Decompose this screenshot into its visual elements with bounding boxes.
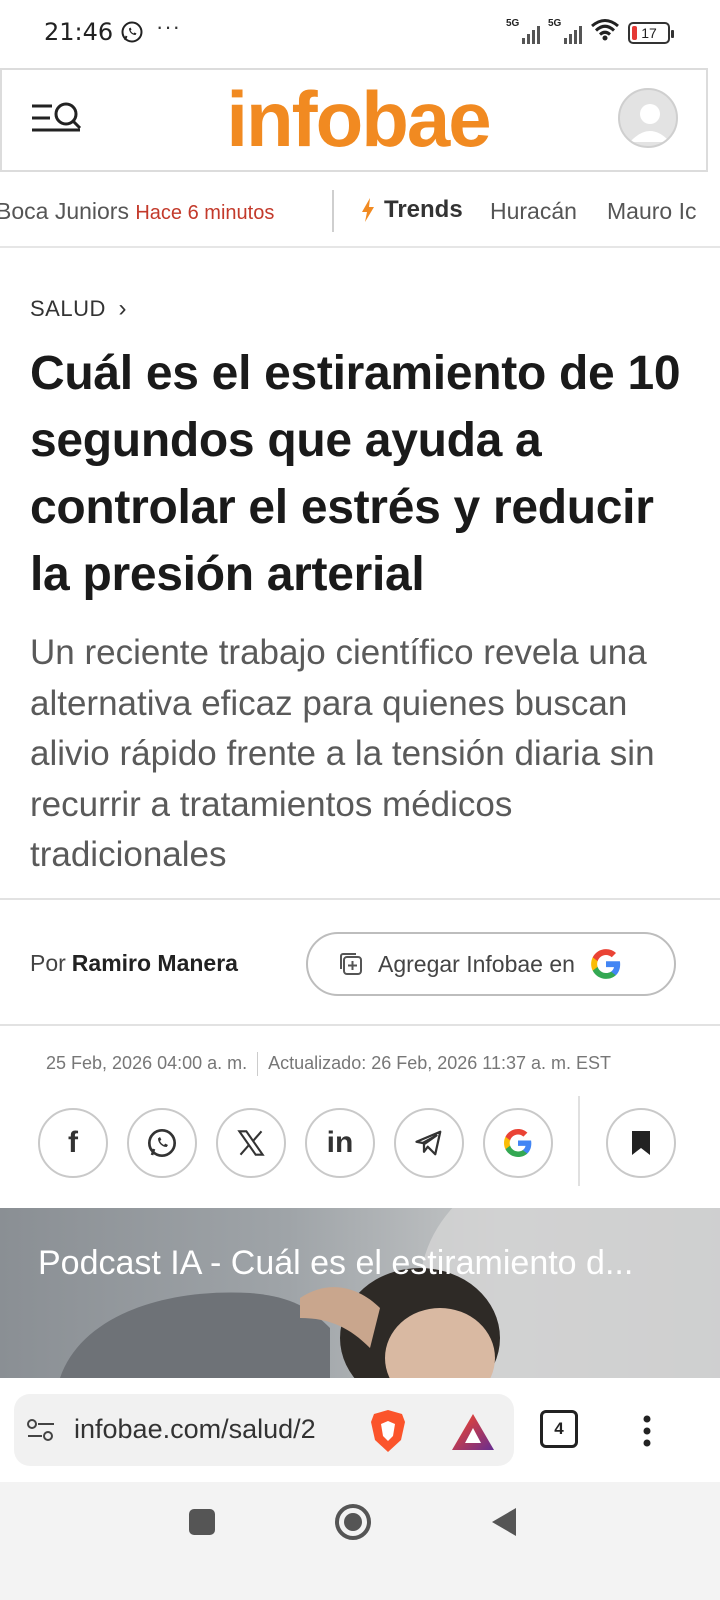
trend-item-mauro[interactable]: Mauro Ic	[607, 198, 696, 225]
published-date: 25 Feb, 2026 04:00 a. m.	[46, 1052, 248, 1073]
chevron-right-icon: ›	[118, 295, 127, 322]
article-subtitle: Un reciente trabajo científico revela un…	[30, 633, 655, 874]
brave-shields-icon	[371, 1410, 405, 1452]
battery-icon: 17	[628, 21, 674, 44]
trends-label: Trends	[360, 196, 463, 224]
share-whatsapp-button[interactable]	[127, 1108, 197, 1178]
bookmark-button[interactable]	[606, 1108, 676, 1178]
status-bar: 21:46 ··· 5G 5G 17	[0, 0, 720, 64]
share-x-button[interactable]	[216, 1108, 286, 1178]
google-icon	[591, 949, 621, 979]
share-google-button[interactable]	[483, 1108, 553, 1178]
user-avatar[interactable]	[618, 88, 678, 148]
podcast-media[interactable]: Podcast IA - Cuál es el estiramiento d..…	[0, 1208, 720, 1378]
trends-bar: Boca Juniors Hace 6 minutos Trends Hurac…	[0, 172, 720, 248]
trends-divider	[332, 190, 334, 232]
trend-item-boca[interactable]: Boca Juniors Hace 6 minutos	[0, 198, 274, 225]
bookmark-icon	[632, 1131, 650, 1155]
divider	[0, 1024, 720, 1026]
browser-toolbar: infobae.com/salud/2 4	[0, 1378, 720, 1482]
home-icon	[335, 1504, 371, 1540]
lightning-icon	[362, 198, 374, 222]
share-divider	[578, 1096, 580, 1186]
trend-item-huracan[interactable]: Huracán	[490, 198, 577, 225]
tab-switcher-button[interactable]: 4	[540, 1410, 578, 1448]
add-infobae-google-button[interactable]: Agregar Infobae en	[306, 932, 676, 996]
share-row: f in	[38, 1096, 678, 1186]
telegram-icon	[415, 1130, 442, 1156]
article-headline: Cuál es el estiramiento de 10 segundos q…	[30, 347, 681, 601]
add-source-icon	[340, 953, 362, 975]
wifi-icon	[590, 18, 620, 47]
signal-1-icon: 5G	[506, 18, 540, 44]
back-icon	[492, 1508, 516, 1536]
menu-search-icon[interactable]	[30, 100, 84, 140]
signal-2-icon: 5G	[548, 18, 582, 44]
whatsapp-icon	[120, 20, 144, 49]
share-linkedin-button[interactable]: in	[305, 1108, 375, 1178]
whatsapp-icon	[148, 1129, 176, 1157]
author-link[interactable]: Ramiro Manera	[72, 950, 238, 976]
recents-icon	[189, 1509, 215, 1535]
byline: Por Ramiro Manera	[30, 950, 238, 976]
more-options-icon	[643, 1415, 651, 1447]
article-image	[60, 1208, 720, 1378]
system-nav-bar	[0, 1482, 720, 1600]
site-settings-icon	[27, 1419, 54, 1441]
more-notifications-icon: ···	[156, 14, 181, 39]
share-facebook-button[interactable]: f	[38, 1108, 108, 1178]
site-header: infobae	[0, 68, 708, 172]
share-telegram-button[interactable]	[394, 1108, 464, 1178]
section-link[interactable]: SALUD ›	[30, 295, 127, 323]
x-icon	[237, 1130, 265, 1156]
status-time: 21:46	[44, 18, 114, 46]
facebook-icon: f	[68, 1126, 78, 1159]
divider	[0, 898, 720, 900]
podcast-title: Podcast IA - Cuál es el estiramiento d..…	[38, 1244, 634, 1282]
article-dates: 25 Feb, 2026 04:00 a. m. Actualizado: 26 …	[46, 1052, 611, 1076]
linkedin-icon: in	[326, 1126, 354, 1159]
infobae-logo[interactable]: infobae	[216, 74, 500, 164]
url-text[interactable]: infobae.com/salud/2	[74, 1414, 316, 1445]
brave-rewards-icon	[452, 1414, 494, 1450]
updated-date: Actualizado: 26 Feb, 2026 11:37 a. m. ES…	[268, 1052, 612, 1073]
trend-time: Hace 6 minutos	[135, 202, 275, 224]
google-icon	[504, 1129, 532, 1157]
